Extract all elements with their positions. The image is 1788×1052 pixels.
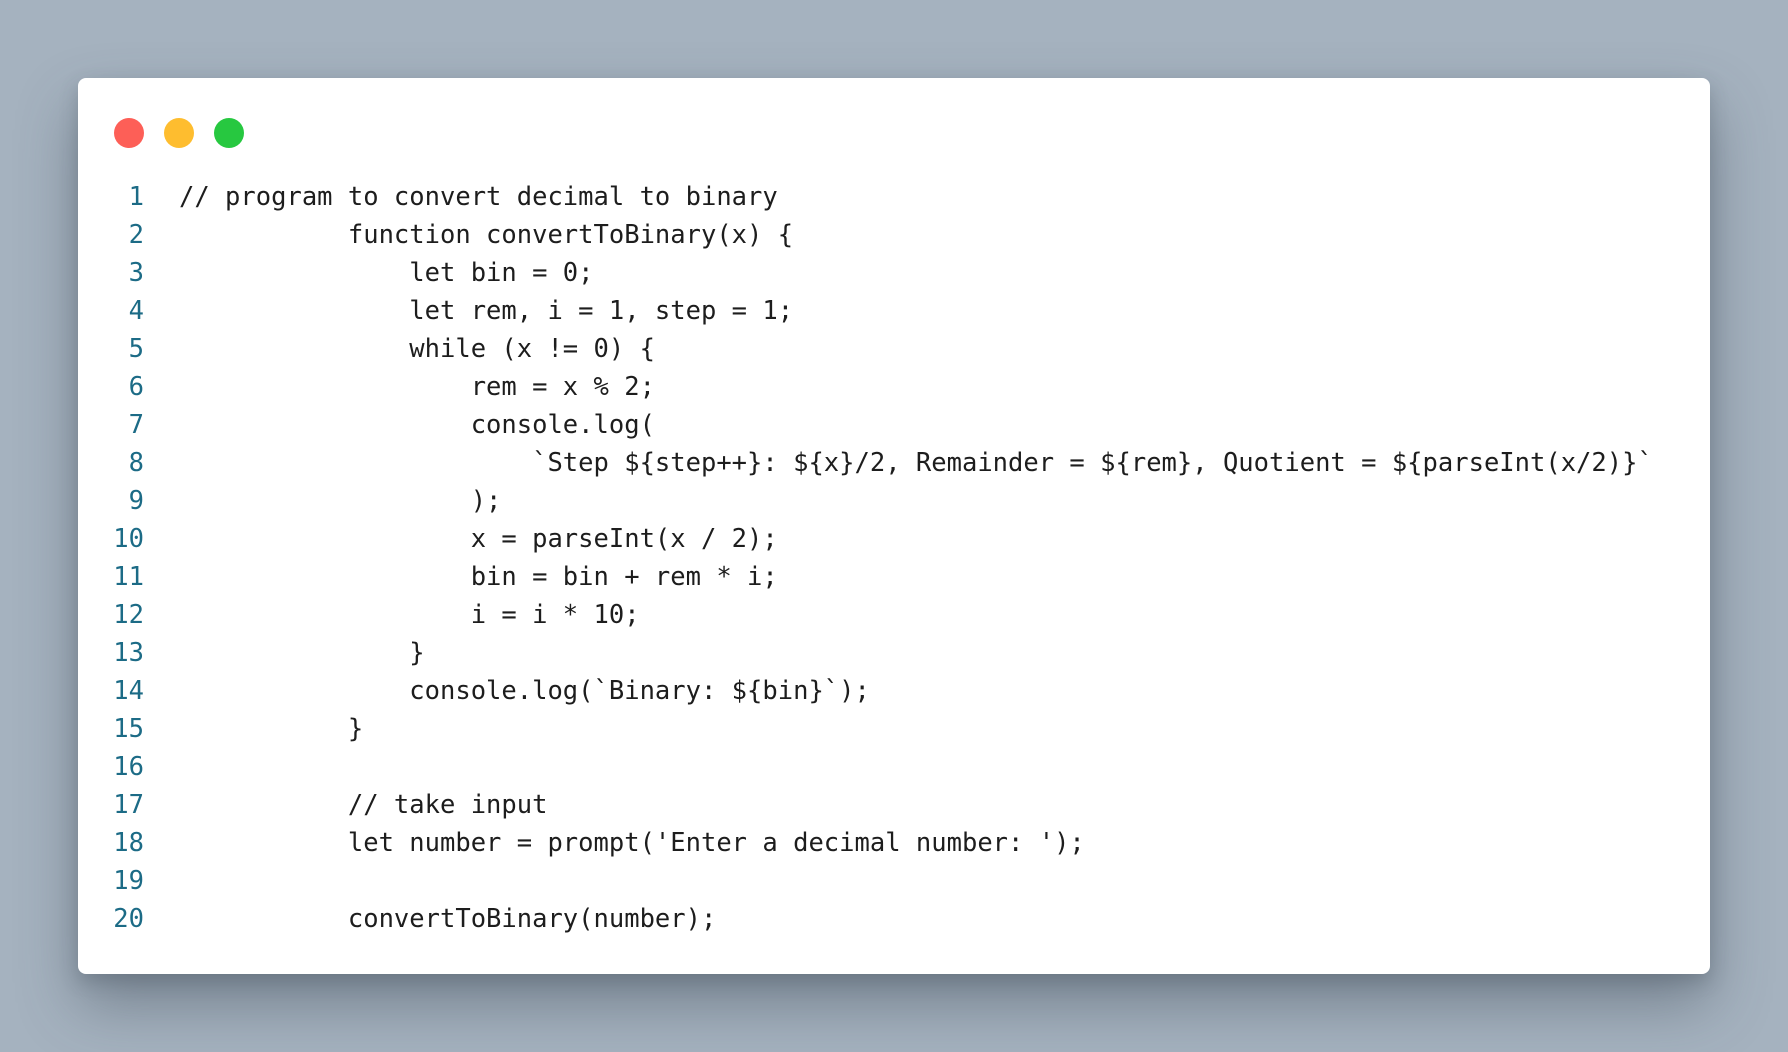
line-number: 15 [113, 714, 144, 744]
code-line: 4 let rem, i = 1, step = 1; [78, 292, 1710, 330]
line-number: 10 [113, 524, 144, 554]
line-number: 5 [128, 334, 144, 364]
code-line: 15 } [78, 710, 1710, 748]
code-text: let rem, i = 1, step = 1; [179, 296, 794, 326]
line-number: 18 [113, 828, 144, 858]
line-number: 14 [113, 676, 144, 706]
line-number: 11 [113, 562, 144, 592]
maximize-button[interactable] [214, 118, 244, 148]
close-button[interactable] [114, 118, 144, 148]
code-text: console.log( [179, 410, 655, 440]
code-text: } [179, 714, 364, 744]
code-line: 17 // take input [78, 786, 1710, 824]
code-text: let number = prompt('Enter a decimal num… [179, 828, 1085, 858]
code-line: 10 x = parseInt(x / 2); [78, 520, 1710, 558]
code-line: 3 let bin = 0; [78, 254, 1710, 292]
window-controls [114, 118, 244, 148]
code-text: bin = bin + rem * i; [179, 562, 778, 592]
code-text: convertToBinary(number); [179, 904, 717, 934]
code-text: // take input [179, 790, 548, 820]
code-line: 11 bin = bin + rem * i; [78, 558, 1710, 596]
code-text: x = parseInt(x / 2); [179, 524, 778, 554]
line-number: 9 [128, 486, 144, 516]
line-number: 3 [128, 258, 144, 288]
line-number: 12 [113, 600, 144, 630]
line-number: 17 [113, 790, 144, 820]
code-text: ); [179, 486, 502, 516]
code-text: `Step ${step++}: ${x}/2, Remainder = ${r… [179, 448, 1653, 478]
code-line: 8 `Step ${step++}: ${x}/2, Remainder = $… [78, 444, 1710, 482]
code-line: 2 function convertToBinary(x) { [78, 216, 1710, 254]
code-line: 13 } [78, 634, 1710, 672]
code-text: function convertToBinary(x) { [179, 220, 794, 250]
code-text: // program to convert decimal to binary [179, 182, 778, 212]
line-number: 2 [128, 220, 144, 250]
code-text: let bin = 0; [179, 258, 594, 288]
code-line: 18 let number = prompt('Enter a decimal … [78, 824, 1710, 862]
line-number: 6 [128, 372, 144, 402]
line-number: 4 [128, 296, 144, 326]
code-line: 7 console.log( [78, 406, 1710, 444]
line-number: 13 [113, 638, 144, 668]
code-line: 5 while (x != 0) { [78, 330, 1710, 368]
line-number: 20 [113, 904, 144, 934]
code-text: } [179, 638, 425, 668]
code-line: 20 convertToBinary(number); [78, 900, 1710, 938]
code-line: 9 ); [78, 482, 1710, 520]
code-text: console.log(`Binary: ${bin}`); [179, 676, 870, 706]
code-line: 12 i = i * 10; [78, 596, 1710, 634]
line-number: 16 [113, 752, 144, 782]
line-number: 7 [128, 410, 144, 440]
code-block: 1 // program to convert decimal to binary… [78, 178, 1710, 938]
code-text: rem = x % 2; [179, 372, 655, 402]
code-line: 6 rem = x % 2; [78, 368, 1710, 406]
code-text: i = i * 10; [179, 600, 640, 630]
line-number: 8 [128, 448, 144, 478]
code-line: 16 [78, 748, 1710, 786]
line-number: 1 [128, 182, 144, 212]
code-line: 1 // program to convert decimal to binary [78, 178, 1710, 216]
code-line: 14 console.log(`Binary: ${bin}`); [78, 672, 1710, 710]
code-text: while (x != 0) { [179, 334, 655, 364]
minimize-button[interactable] [164, 118, 194, 148]
code-line: 19 [78, 862, 1710, 900]
line-number: 19 [113, 866, 144, 896]
code-window: 1 // program to convert decimal to binary… [78, 78, 1710, 974]
